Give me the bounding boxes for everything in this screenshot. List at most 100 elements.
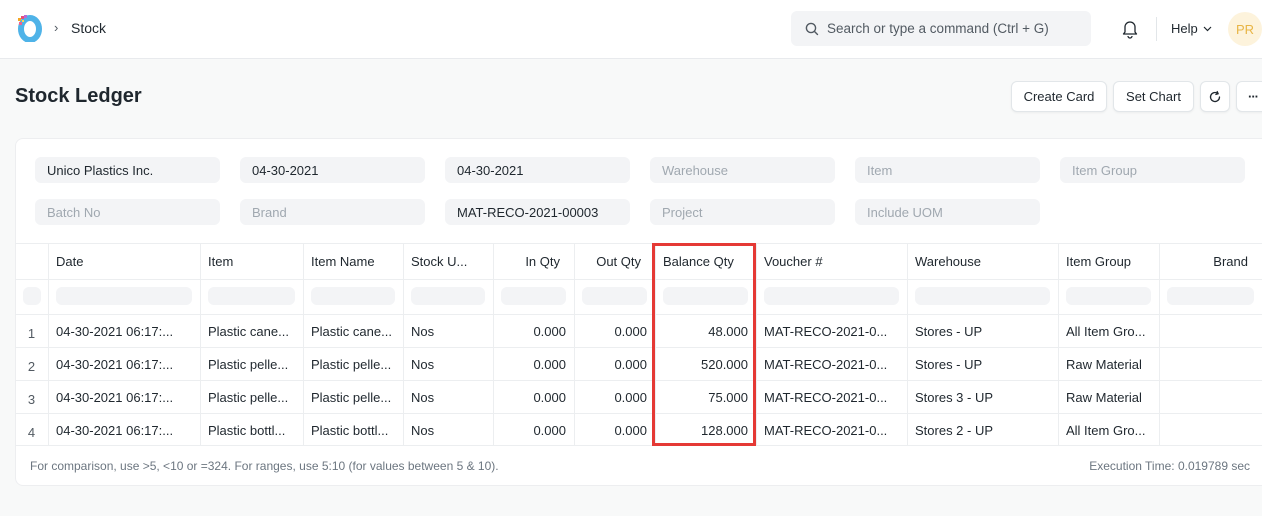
filter-include-uom[interactable]: Include UOM [855, 199, 1040, 225]
cell-date[interactable]: 04-30-2021 06:17:... [56, 357, 173, 372]
search-bar[interactable]: Search or type a command (Ctrl + G) [791, 11, 1091, 46]
column-divider[interactable] [1159, 243, 1160, 446]
filter-from-date-value: 04-30-2021 [252, 162, 319, 178]
app-logo[interactable] [16, 14, 42, 43]
cell-warehouse[interactable]: Stores - UP [915, 357, 982, 372]
column-header-voucher-no[interactable]: Voucher # [764, 254, 823, 269]
cell-date[interactable]: 04-30-2021 06:17:... [56, 324, 173, 339]
column-divider[interactable] [48, 243, 49, 446]
filter-item-group[interactable]: Item Group [1060, 157, 1245, 183]
cell-stock-uom[interactable]: Nos [411, 390, 434, 405]
filter-project[interactable]: Project [650, 199, 835, 225]
cell-out-qty[interactable]: 0.000 [574, 390, 647, 405]
cell-out-qty[interactable]: 0.000 [574, 423, 647, 438]
cell-item[interactable]: Plastic bottl... [208, 423, 285, 438]
filter-company[interactable]: Unico Plastics Inc. [35, 157, 220, 183]
cell-in-qty[interactable]: 0.000 [493, 423, 566, 438]
column-filter-date[interactable] [56, 287, 192, 305]
cell-in-qty[interactable]: 0.000 [493, 390, 566, 405]
cell-out-qty[interactable]: 0.000 [574, 324, 647, 339]
column-divider[interactable] [403, 243, 404, 446]
cell-item-group[interactable]: Raw Material [1066, 390, 1142, 405]
cell-item-name[interactable]: Plastic pelle... [311, 390, 391, 405]
cell-item[interactable]: Plastic pelle... [208, 390, 288, 405]
column-header-item-name[interactable]: Item Name [311, 254, 375, 269]
column-filter-item-name[interactable] [311, 287, 395, 305]
column-filter-voucher-no[interactable] [764, 287, 899, 305]
column-divider[interactable] [574, 243, 575, 446]
set-chart-button[interactable]: Set Chart [1113, 81, 1194, 112]
cell-voucher-no[interactable]: MAT-RECO-2021-0... [764, 423, 887, 438]
column-divider[interactable] [303, 243, 304, 446]
column-divider[interactable] [493, 243, 494, 446]
cell-voucher-no[interactable]: MAT-RECO-2021-0... [764, 390, 887, 405]
column-header-balance-qty[interactable]: Balance Qty [663, 254, 734, 269]
column-header-warehouse[interactable]: Warehouse [915, 254, 981, 269]
cell-stock-uom[interactable]: Nos [411, 357, 434, 372]
cell-balance-qty[interactable]: 520.000 [655, 357, 748, 372]
row-divider [15, 314, 1262, 315]
breadcrumb-stock[interactable]: Stock [71, 20, 106, 36]
column-header-item[interactable]: Item [208, 254, 233, 269]
notification-bell-icon[interactable] [1121, 19, 1139, 42]
column-header-out-qty[interactable]: Out Qty [574, 254, 641, 269]
column-filter-item-group[interactable] [1066, 287, 1151, 305]
column-filter-item[interactable] [208, 287, 295, 305]
row-divider [15, 445, 1262, 446]
cell-item-name[interactable]: Plastic cane... [311, 324, 392, 339]
cell-warehouse[interactable]: Stores 3 - UP [915, 390, 993, 405]
filter-item[interactable]: Item [855, 157, 1040, 183]
column-divider[interactable] [655, 243, 656, 446]
cell-item-group[interactable]: All Item Gro... [1066, 324, 1145, 339]
cell-item-group[interactable]: Raw Material [1066, 357, 1142, 372]
filter-voucher-no[interactable]: MAT-RECO-2021-00003 [445, 199, 630, 225]
cell-date[interactable]: 04-30-2021 06:17:... [56, 390, 173, 405]
column-header-item-group[interactable]: Item Group [1066, 254, 1131, 269]
cell-out-qty[interactable]: 0.000 [574, 357, 647, 372]
user-avatar[interactable]: PR [1228, 12, 1262, 46]
refresh-button[interactable] [1200, 81, 1230, 112]
filter-from-date[interactable]: 04-30-2021 [240, 157, 425, 183]
cell-in-qty[interactable]: 0.000 [493, 324, 566, 339]
create-card-button[interactable]: Create Card [1011, 81, 1107, 112]
cell-in-qty[interactable]: 0.000 [493, 357, 566, 372]
cell-warehouse[interactable]: Stores - UP [915, 324, 982, 339]
cell-stock-uom[interactable]: Nos [411, 423, 434, 438]
cell-balance-qty[interactable]: 128.000 [655, 423, 748, 438]
cell-item[interactable]: Plastic cane... [208, 324, 289, 339]
column-header-date[interactable]: Date [56, 254, 83, 269]
column-filter-stock-uom[interactable] [411, 287, 485, 305]
more-options-button[interactable]: ··· [1236, 81, 1262, 112]
cell-warehouse[interactable]: Stores 2 - UP [915, 423, 993, 438]
cell-voucher-no[interactable]: MAT-RECO-2021-0... [764, 324, 887, 339]
cell-item-name[interactable]: Plastic bottl... [311, 423, 388, 438]
column-filter-brand[interactable] [1167, 287, 1254, 305]
cell-stock-uom[interactable]: Nos [411, 324, 434, 339]
filter-brand[interactable]: Brand [240, 199, 425, 225]
column-divider[interactable] [200, 243, 201, 446]
column-divider[interactable] [1058, 243, 1059, 446]
column-divider[interactable] [756, 243, 757, 446]
column-header-brand[interactable]: Brand [1159, 254, 1248, 269]
column-header-in-qty[interactable]: In Qty [493, 254, 560, 269]
row-index: 1 [27, 326, 36, 341]
cell-balance-qty[interactable]: 48.000 [655, 324, 748, 339]
row-divider [15, 413, 1262, 414]
row-index-filter[interactable] [23, 287, 41, 305]
cell-date[interactable]: 04-30-2021 06:17:... [56, 423, 173, 438]
column-filter-out-qty[interactable] [582, 287, 647, 305]
column-filter-balance-qty[interactable] [663, 287, 748, 305]
column-filter-warehouse[interactable] [915, 287, 1050, 305]
cell-voucher-no[interactable]: MAT-RECO-2021-0... [764, 357, 887, 372]
cell-item-name[interactable]: Plastic pelle... [311, 357, 391, 372]
filter-to-date[interactable]: 04-30-2021 [445, 157, 630, 183]
column-filter-in-qty[interactable] [501, 287, 566, 305]
filter-batch-no[interactable]: Batch No [35, 199, 220, 225]
filter-warehouse[interactable]: Warehouse [650, 157, 835, 183]
column-header-stock-uom[interactable]: Stock U... [411, 254, 467, 269]
column-divider[interactable] [907, 243, 908, 446]
cell-item[interactable]: Plastic pelle... [208, 357, 288, 372]
cell-item-group[interactable]: All Item Gro... [1066, 423, 1145, 438]
cell-balance-qty[interactable]: 75.000 [655, 390, 748, 405]
help-dropdown[interactable]: Help [1171, 21, 1212, 36]
